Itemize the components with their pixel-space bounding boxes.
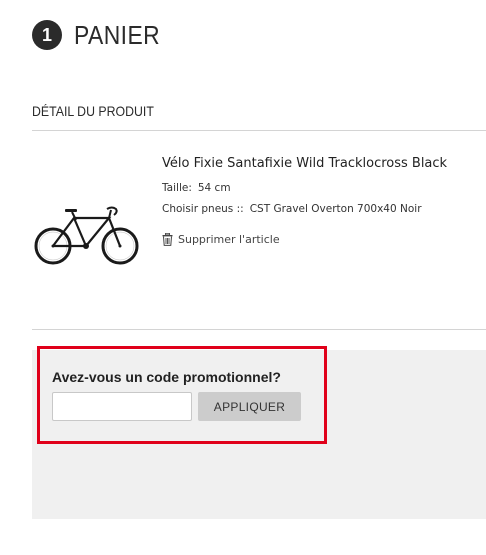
apply-promo-button[interactable]: APPLIQUER [198, 392, 301, 421]
product-size: Taille: 54 cm [162, 182, 482, 194]
size-value: 54 cm [197, 182, 231, 194]
tyres-value: CST Gravel Overton 700x40 Noir [249, 203, 422, 215]
promo-code-input[interactable] [52, 392, 192, 421]
bicycle-image[interactable] [32, 196, 144, 274]
trash-icon [162, 233, 173, 246]
page-title: PANIER [74, 19, 161, 50]
tyres-label: Choisir pneus :: [162, 203, 244, 215]
product-divider [32, 329, 486, 330]
section-title: DÉTAIL DU PRODUIT [32, 103, 154, 119]
step-number-badge: 1 [32, 20, 62, 50]
cart-step-header: 1 PANIER [32, 20, 172, 50]
promo-question: Avez-vous un code promotionnel? [52, 369, 281, 385]
remove-item-label: Supprimer l'article [178, 233, 280, 246]
product-tyres: Choisir pneus :: CST Gravel Overton 700x4… [162, 203, 482, 215]
size-label: Taille: [162, 182, 192, 194]
remove-item-link[interactable]: Supprimer l'article [162, 233, 482, 246]
section-divider [32, 130, 486, 131]
product-details: Vélo Fixie Santafixie Wild Tracklocross … [162, 156, 482, 246]
product-name[interactable]: Vélo Fixie Santafixie Wild Tracklocross … [162, 156, 482, 171]
